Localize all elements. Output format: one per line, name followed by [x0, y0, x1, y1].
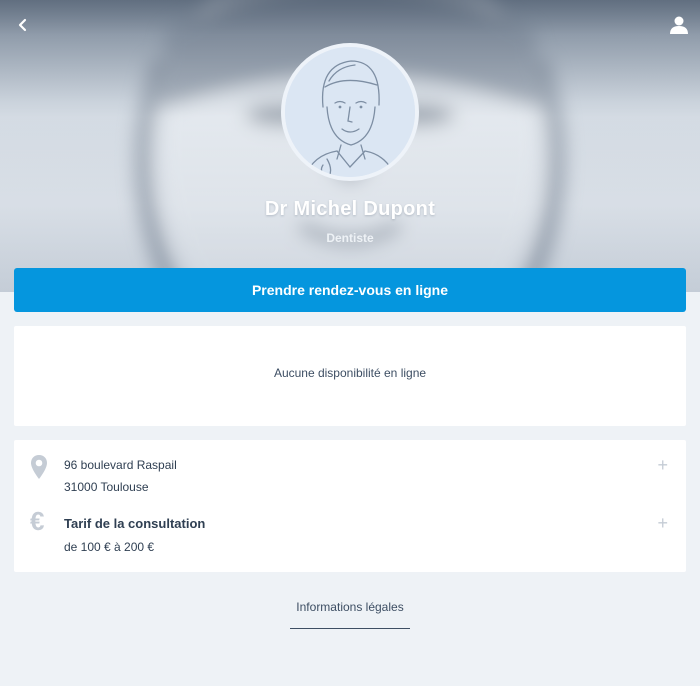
plus-icon[interactable]: + [657, 456, 668, 474]
doctor-avatar [281, 43, 419, 181]
euro-icon: € [30, 506, 45, 536]
back-button[interactable] [10, 12, 36, 38]
address-row[interactable]: 96 boulevard Raspail 31000 Toulouse + [14, 450, 686, 500]
book-appointment-button[interactable]: Prendre rendez-vous en ligne [14, 268, 686, 312]
address-line2: 31000 Toulouse [64, 480, 149, 494]
availability-message: Aucune disponibilité en ligne [273, 366, 427, 380]
fee-title: Tarif de la consultation [64, 516, 206, 531]
profile-header: Dr Michel Dupont Dentiste [0, 0, 700, 292]
account-button[interactable] [666, 12, 692, 38]
address-line1: 96 boulevard Raspail [64, 458, 177, 472]
plus-icon[interactable]: + [657, 514, 668, 532]
chevron-left-icon [18, 18, 27, 32]
fee-range: de 100 € à 200 € [64, 540, 155, 554]
availability-card: Aucune disponibilité en ligne [14, 326, 686, 426]
fee-row[interactable]: € Tarif de la consultation de 100 € à 20… [14, 506, 686, 566]
doctor-specialty: Dentiste [326, 231, 374, 245]
legal-info-link[interactable]: Informations légales [290, 600, 410, 629]
doctor-portrait-icon [285, 47, 415, 177]
doctor-name: Dr Michel Dupont [264, 198, 436, 220]
practice-info-card: 96 boulevard Raspail 31000 Toulouse + € … [14, 440, 686, 572]
user-icon [670, 16, 688, 34]
map-pin-icon [31, 455, 47, 479]
